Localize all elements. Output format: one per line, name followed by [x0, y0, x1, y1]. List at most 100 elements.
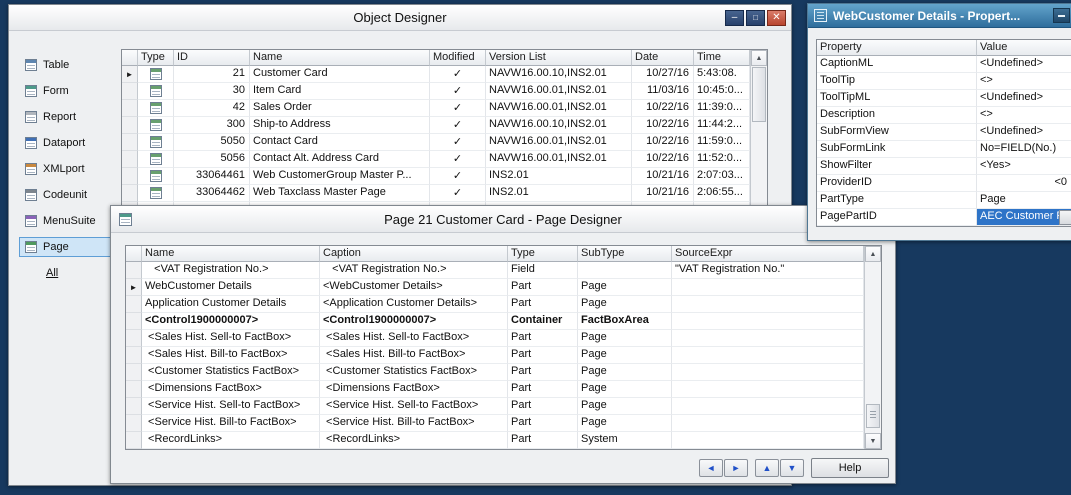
sourceexpr-cell[interactable]	[672, 432, 864, 449]
table-row[interactable]: <Sales Hist. Bill-to FactBox> <Sales His…	[126, 347, 864, 364]
assist-edit-button[interactable]	[1059, 210, 1071, 225]
caption-cell[interactable]: <Control1900000007>	[320, 313, 508, 330]
close-button[interactable]: ✕	[767, 10, 786, 26]
sourceexpr-cell[interactable]	[672, 330, 864, 347]
subtype-cell[interactable]: Page	[578, 364, 672, 381]
subtype-cell[interactable]: Page	[578, 415, 672, 432]
table-row[interactable]: <Dimensions FactBox> <Dimensions FactBox…	[126, 381, 864, 398]
caption-cell[interactable]: <Dimensions FactBox>	[320, 381, 508, 398]
table-row[interactable]: Application Customer Details <Applicatio…	[126, 296, 864, 313]
help-button[interactable]: Help	[811, 458, 889, 478]
minimize-icon[interactable]	[1053, 8, 1070, 23]
table-row[interactable]: <Service Hist. Sell-to FactBox> <Service…	[126, 398, 864, 415]
property-row[interactable]: ToolTipML <Undefined>	[817, 90, 1071, 107]
minimize-button[interactable]: –	[725, 10, 744, 26]
type-cell[interactable]: Part	[508, 330, 578, 347]
sidebar-item-page[interactable]: Page	[19, 237, 119, 257]
property-value-cell[interactable]: <Undefined>	[977, 56, 1071, 73]
property-row[interactable]: PartType Page	[817, 192, 1071, 209]
version-cell[interactable]: NAVW16.00.01,INS2.01	[486, 83, 632, 100]
name-cell[interactable]: Application Customer Details	[142, 296, 320, 313]
table-row[interactable]: <VAT Registration No.> <VAT Registration…	[126, 262, 864, 279]
maximize-button[interactable]: □	[746, 10, 765, 26]
subtype-cell[interactable]: Page	[578, 330, 672, 347]
caption-cell[interactable]: <VAT Registration No.>	[320, 262, 508, 279]
id-cell[interactable]: 42	[174, 100, 250, 117]
property-value-cell[interactable]: AEC Customer P	[977, 209, 1071, 226]
name-cell[interactable]: <Customer Statistics FactBox>	[142, 364, 320, 381]
caption-cell[interactable]: <Sales Hist. Sell-to FactBox>	[320, 330, 508, 347]
sidebar-item-all[interactable]: All	[19, 263, 119, 283]
name-cell[interactable]: <Service Hist. Sell-to FactBox>	[142, 398, 320, 415]
name-cell[interactable]: Contact Alt. Address Card	[250, 151, 430, 168]
table-row[interactable]: <Customer Statistics FactBox> <Customer …	[126, 364, 864, 381]
name-cell[interactable]: <Control1900000007>	[142, 313, 320, 330]
name-cell[interactable]: Contact Card	[250, 134, 430, 151]
table-row[interactable]: 5056 Contact Alt. Address Card ✓ NAVW16.…	[122, 151, 750, 168]
table-row[interactable]: 300 Ship-to Address ✓ NAVW16.00.10,INS2.…	[122, 117, 750, 134]
name-cell[interactable]: <Sales Hist. Bill-to FactBox>	[142, 347, 320, 364]
name-cell[interactable]: <VAT Registration No.>	[142, 262, 320, 279]
name-cell[interactable]: <Sales Hist. Sell-to FactBox>	[142, 330, 320, 347]
id-cell[interactable]: 33064462	[174, 185, 250, 202]
table-row[interactable]: <RecordLinks> <RecordLinks> Part System	[126, 432, 864, 449]
sourceexpr-cell[interactable]	[672, 381, 864, 398]
name-cell[interactable]: Customer Card	[250, 66, 430, 83]
row-selector[interactable]	[126, 296, 142, 313]
table-row[interactable]: 42 Sales Order ✓ NAVW16.00.01,INS2.01 10…	[122, 100, 750, 117]
type-cell[interactable]: Part	[508, 364, 578, 381]
subtype-cell[interactable]: System	[578, 432, 672, 449]
sourceexpr-cell[interactable]	[672, 296, 864, 313]
table-row[interactable]: <Service Hist. Bill-to FactBox> <Service…	[126, 415, 864, 432]
subtype-cell[interactable]: Page	[578, 347, 672, 364]
table-row[interactable]: ► 21 Customer Card ✓ NAVW16.00.10,INS2.0…	[122, 66, 750, 83]
id-cell[interactable]: 300	[174, 117, 250, 134]
table-row[interactable]: <Control1900000007> <Control1900000007> …	[126, 313, 864, 330]
version-cell[interactable]: INS2.01	[486, 168, 632, 185]
property-row[interactable]: CaptionML <Undefined>	[817, 56, 1071, 73]
property-value-cell[interactable]: <0	[977, 175, 1071, 192]
scroll-down-icon[interactable]: ▼	[865, 433, 881, 449]
property-value-cell[interactable]: No=FIELD(No.)	[977, 141, 1071, 158]
id-cell[interactable]: 21	[174, 66, 250, 83]
caption-cell[interactable]: <WebCustomer Details>	[320, 279, 508, 296]
row-selector[interactable]	[126, 330, 142, 347]
row-selector[interactable]: ►	[122, 66, 138, 83]
id-cell[interactable]: 5050	[174, 134, 250, 151]
type-cell[interactable]: Container	[508, 313, 578, 330]
row-selector[interactable]	[122, 185, 138, 202]
type-cell[interactable]: Part	[508, 381, 578, 398]
name-cell[interactable]: <Service Hist. Bill-to FactBox>	[142, 415, 320, 432]
name-cell[interactable]: Web CustomerGroup Master P...	[250, 168, 430, 185]
name-cell[interactable]: Ship-to Address	[250, 117, 430, 134]
property-value-cell[interactable]: <>	[977, 107, 1071, 124]
table-row[interactable]: 33064462 Web Taxclass Master Page ✓ INS2…	[122, 185, 750, 202]
table-row[interactable]: <Sales Hist. Sell-to FactBox> <Sales His…	[126, 330, 864, 347]
scrollbar-thumb[interactable]	[752, 67, 766, 122]
property-value-cell[interactable]: <Yes>	[977, 158, 1071, 175]
move-right-button[interactable]: ►	[724, 459, 748, 477]
version-cell[interactable]: NAVW16.00.01,INS2.01	[486, 100, 632, 117]
caption-cell[interactable]: <Service Hist. Bill-to FactBox>	[320, 415, 508, 432]
property-row[interactable]: ProviderID <0	[817, 175, 1071, 192]
table-row[interactable]: 30 Item Card ✓ NAVW16.00.01,INS2.01 11/0…	[122, 83, 750, 100]
property-value-cell[interactable]: Page	[977, 192, 1071, 209]
object-designer-title-bar[interactable]: Object Designer – □ ✕	[9, 5, 791, 31]
name-cell[interactable]: <RecordLinks>	[142, 432, 320, 449]
row-selector[interactable]	[122, 83, 138, 100]
row-selector[interactable]: ►	[126, 279, 142, 296]
version-cell[interactable]: NAVW16.00.10,INS2.01	[486, 117, 632, 134]
scroll-up-icon[interactable]: ▲	[751, 50, 767, 66]
row-selector[interactable]	[126, 415, 142, 432]
name-cell[interactable]: <Dimensions FactBox>	[142, 381, 320, 398]
property-row[interactable]: ToolTip <>	[817, 73, 1071, 90]
row-selector[interactable]	[122, 117, 138, 134]
row-selector[interactable]	[122, 100, 138, 117]
sourceexpr-cell[interactable]	[672, 364, 864, 381]
sidebar-item-menusuite[interactable]: MenuSuite	[19, 211, 119, 231]
sidebar-item-dataport[interactable]: Dataport	[19, 133, 119, 153]
property-value-cell[interactable]: <Undefined>	[977, 124, 1071, 141]
move-up-button[interactable]: ▲	[755, 459, 779, 477]
type-cell[interactable]: Part	[508, 347, 578, 364]
name-cell[interactable]: Web Taxclass Master Page	[250, 185, 430, 202]
